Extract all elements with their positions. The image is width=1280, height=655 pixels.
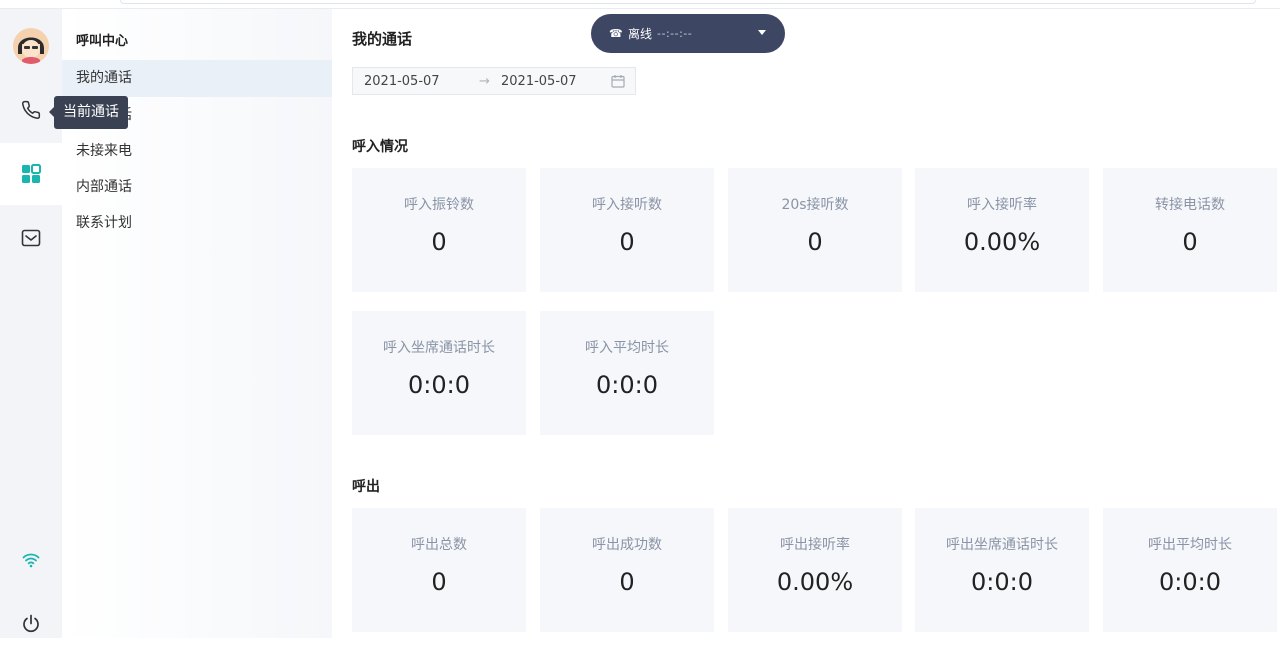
agent-status-timer: --:--:-- <box>657 27 693 40</box>
agent-status-label: 离线 <box>628 27 653 41</box>
stat-label: 20s接听数 <box>781 197 849 213</box>
avatar[interactable] <box>13 28 49 64</box>
icon-rail <box>0 9 62 638</box>
stat-card-outbound-talk-duration: 呼出坐席通话时长 0:0:0 <box>915 508 1089 632</box>
inbound-section-title: 呼入情况 <box>352 139 408 155</box>
stat-label: 呼入振铃数 <box>404 197 474 213</box>
stat-label: 呼出平均时长 <box>1148 537 1232 553</box>
apps-nav-button[interactable] <box>0 143 62 205</box>
stat-value: 0 <box>431 228 447 256</box>
stat-value: 0:0:0 <box>971 568 1033 596</box>
power-icon <box>23 614 39 633</box>
stat-value: 0.00% <box>963 228 1041 256</box>
caret-down-icon <box>758 30 766 35</box>
mail-icon <box>21 229 41 247</box>
phone-icon <box>22 100 41 119</box>
date-range-picker[interactable]: 2021-05-07 → 2021-05-07 <box>352 67 636 95</box>
stat-value: 0 <box>1182 228 1198 256</box>
apps-icon <box>22 164 41 183</box>
stat-label: 呼入接听率 <box>967 197 1037 213</box>
date-range-separator: → <box>479 73 490 89</box>
stat-label: 呼出接听率 <box>780 537 850 553</box>
top-border <box>0 0 1280 9</box>
calendar-icon <box>611 75 625 88</box>
stat-value: 0:0:0 <box>408 371 470 399</box>
current-call-tooltip: 当前通话 <box>49 96 128 129</box>
wifi-icon <box>22 553 40 568</box>
start-date: 2021-05-07 <box>364 73 440 89</box>
subnav-title: 呼叫中心 <box>76 34 129 49</box>
subnav-item-my-calls[interactable]: 我的通话 <box>62 60 332 97</box>
stat-label: 呼出坐席通话时长 <box>946 537 1058 553</box>
stat-card-20s-answered: 20s接听数 0 <box>728 168 902 292</box>
stat-value: 0 <box>431 568 447 596</box>
stat-card-outbound-total: 呼出总数 0 <box>352 508 526 632</box>
stat-value: 0.00% <box>776 568 854 596</box>
network-status <box>0 529 62 591</box>
logout-button[interactable] <box>0 593 62 655</box>
subnav-item-internal-calls[interactable]: 内部通话 <box>62 169 332 206</box>
end-date: 2021-05-07 <box>501 73 577 89</box>
stat-card-inbound-avg-duration: 呼入平均时长 0:0:0 <box>540 311 714 435</box>
subnav-item-contact-plan[interactable]: 联系计划 <box>62 205 332 242</box>
stat-card-outbound-avg-duration: 呼出平均时长 0:0:0 <box>1103 508 1277 632</box>
stat-card-inbound-answered: 呼入接听数 0 <box>540 168 714 292</box>
stat-label: 呼入坐席通话时长 <box>383 340 495 356</box>
stat-label: 呼入平均时长 <box>585 340 669 356</box>
stat-card-transfers: 转接电话数 0 <box>1103 168 1277 292</box>
stat-card-inbound-talk-duration: 呼入坐席通话时长 0:0:0 <box>352 311 526 435</box>
stat-value: 0 <box>807 228 823 256</box>
stat-value: 0 <box>619 228 635 256</box>
main-content: 我的通话 ☎ 离线 --:--:-- 2021-05-07 → 2021-05-… <box>332 9 1280 638</box>
stat-value: 0 <box>619 568 635 596</box>
outbound-section-title: 呼出 <box>352 479 380 495</box>
stat-card-inbound-rings: 呼入振铃数 0 <box>352 168 526 292</box>
stat-value: 0:0:0 <box>596 371 658 399</box>
mail-nav-button[interactable] <box>0 207 62 269</box>
phone-status-icon: ☎ <box>609 27 623 40</box>
page-title: 我的通话 <box>352 30 413 48</box>
stat-label: 转接电话数 <box>1155 197 1225 213</box>
stat-label: 呼出成功数 <box>592 537 662 553</box>
subnav-item-missed-calls[interactable]: 未接来电 <box>62 133 332 170</box>
top-scroll-bar <box>120 0 1256 4</box>
stat-card-outbound-answer-rate: 呼出接听率 0.00% <box>728 508 902 632</box>
stat-card-inbound-answer-rate: 呼入接听率 0.00% <box>915 168 1089 292</box>
stat-card-outbound-success: 呼出成功数 0 <box>540 508 714 632</box>
agent-status-dropdown[interactable]: ☎ 离线 --:--:-- <box>591 14 785 53</box>
stat-label: 呼出总数 <box>411 537 467 553</box>
stat-value: 0:0:0 <box>1159 568 1221 596</box>
stat-label: 呼入接听数 <box>592 197 662 213</box>
